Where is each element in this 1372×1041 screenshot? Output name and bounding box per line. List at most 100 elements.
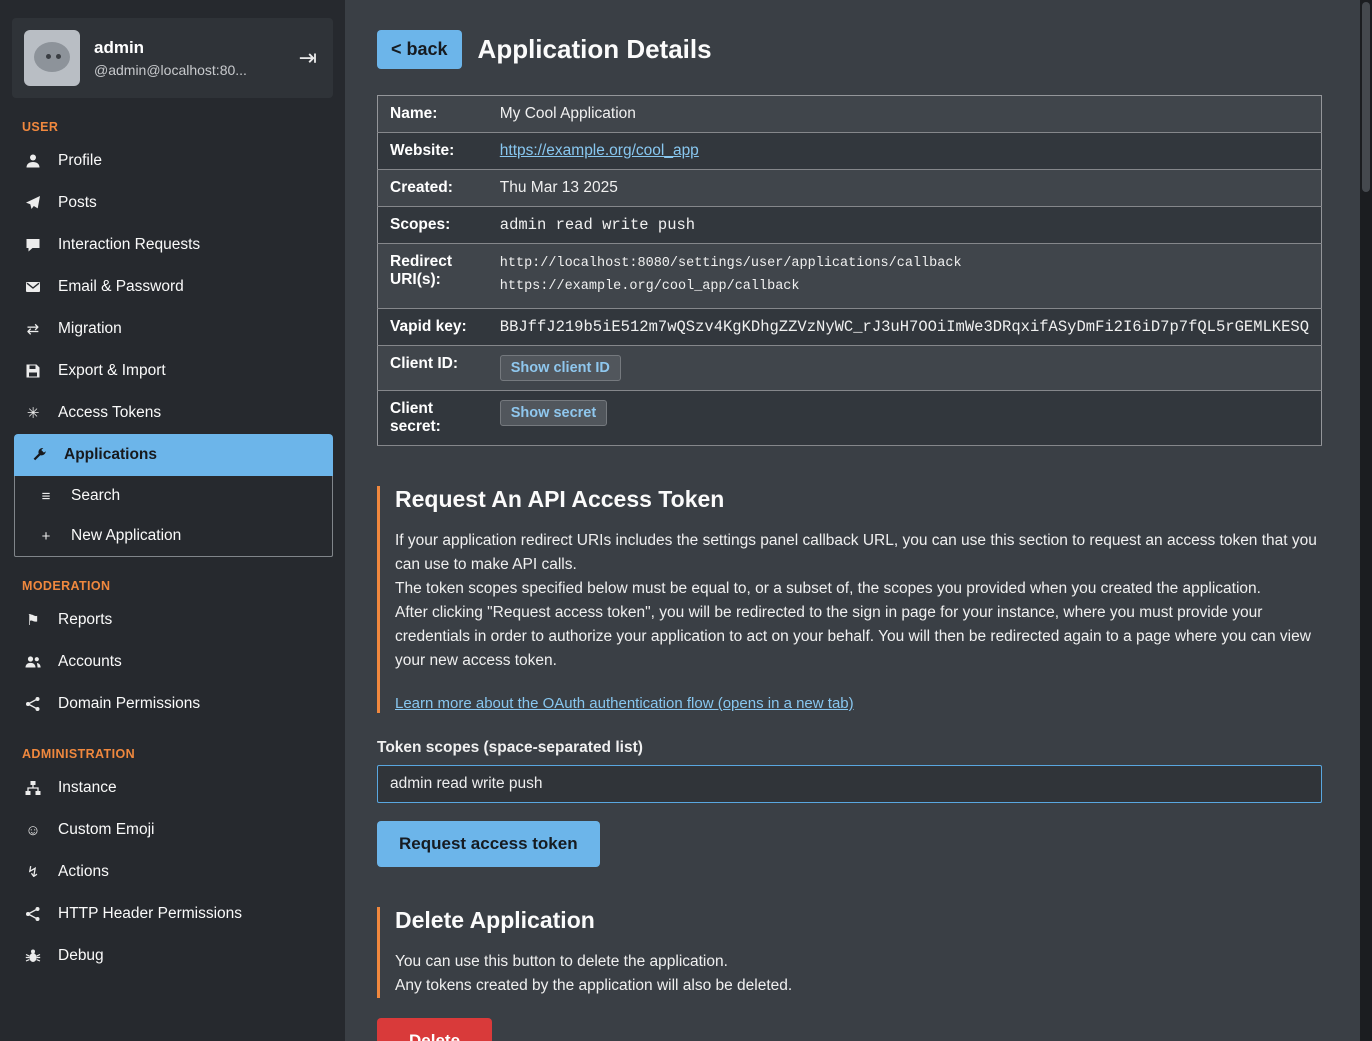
row-key: Client ID: — [378, 345, 488, 390]
back-button[interactable]: < back — [377, 30, 462, 69]
user-card[interactable]: admin @admin@localhost:80... ⇥ — [12, 18, 333, 98]
sidebar-item-instance[interactable]: Instance — [0, 767, 345, 809]
sidebar-item-migration[interactable]: ⇄ Migration — [0, 308, 345, 350]
sidebar-item-label: Domain Permissions — [58, 695, 200, 713]
sidebar-item-label: Search — [71, 487, 120, 505]
row-key: Redirect URI(s): — [378, 244, 488, 309]
section-label-administration: ADMINISTRATION — [22, 747, 345, 761]
application-details-table: Name: My Cool Application Website: https… — [377, 95, 1322, 446]
sidebar-item-label: HTTP Header Permissions — [58, 905, 242, 923]
sidebar-item-applications[interactable]: Applications — [14, 434, 333, 476]
sidebar-item-label: Access Tokens — [58, 404, 161, 422]
request-token-paragraph: The token scopes specified below must be… — [395, 577, 1328, 601]
sidebar-item-label: Accounts — [58, 653, 122, 671]
sidebar-item-access-tokens[interactable]: ✳ Access Tokens — [0, 392, 345, 434]
list-icon: ≡ — [35, 489, 57, 504]
table-row-redirect-uris: Redirect URI(s): http://localhost:8080/s… — [378, 244, 1322, 309]
delete-application-line: Any tokens created by the application wi… — [395, 974, 1328, 998]
sidebar-item-label: Actions — [58, 863, 109, 881]
row-key: Created: — [378, 170, 488, 207]
avatar — [24, 30, 80, 86]
sidebar-item-applications-search[interactable]: ≡ Search — [15, 476, 332, 516]
sidebar-item-label: Interaction Requests — [58, 236, 200, 254]
logout-icon[interactable]: ⇥ — [295, 45, 321, 71]
sidebar-item-label: Debug — [58, 947, 104, 965]
sidebar-item-label: Reports — [58, 611, 112, 629]
row-key: Vapid key: — [378, 308, 488, 345]
sidebar-item-debug[interactable]: Debug — [0, 935, 345, 977]
page-title: Application Details — [478, 34, 712, 65]
sidebar-item-label: Export & Import — [58, 362, 166, 380]
sidebar: admin @admin@localhost:80... ⇥ USER Prof… — [0, 0, 345, 1041]
asterisk-icon: ✳ — [22, 406, 44, 421]
scrollbar[interactable] — [1360, 0, 1372, 1041]
sidebar-item-posts[interactable]: Posts — [0, 182, 345, 224]
row-value: BBJffJ219b5iE512m7wQSzv4KgKDhgZZVzNyWC_r… — [488, 308, 1322, 345]
sidebar-item-http-header-permissions[interactable]: HTTP Header Permissions — [0, 893, 345, 935]
delete-application-title: Delete Application — [395, 907, 1328, 934]
wrench-icon — [28, 447, 50, 464]
sidebar-item-profile[interactable]: Profile — [0, 140, 345, 182]
delete-application-line: You can use this button to delete the ap… — [395, 950, 1328, 974]
row-key: Client secret: — [378, 390, 488, 445]
row-value: http://localhost:8080/settings/user/appl… — [488, 244, 1322, 309]
share-nodes-icon — [22, 696, 44, 713]
request-token-title: Request An API Access Token — [395, 486, 1328, 513]
table-row-client-id: Client ID: Show client ID — [378, 345, 1322, 390]
request-token-paragraph: After clicking "Request access token", y… — [395, 601, 1328, 673]
sidebar-item-reports[interactable]: ⚑ Reports — [0, 599, 345, 641]
request-token-section: Request An API Access Token If your appl… — [377, 486, 1328, 713]
sidebar-item-accounts[interactable]: Accounts — [0, 641, 345, 683]
plus-icon: + — [35, 529, 57, 544]
show-client-id-button[interactable]: Show client ID — [500, 355, 621, 381]
sidebar-item-new-application[interactable]: + New Application — [15, 516, 332, 556]
comment-icon — [22, 237, 44, 254]
table-row-website: Website: https://example.org/cool_app — [378, 133, 1322, 170]
row-value: My Cool Application — [488, 96, 1322, 133]
paper-plane-icon — [22, 195, 44, 212]
row-value: Thu Mar 13 2025 — [488, 170, 1322, 207]
delete-application-section: Delete Application You can use this butt… — [377, 907, 1328, 998]
sidebar-item-label: Instance — [58, 779, 117, 797]
sidebar-item-export-import[interactable]: Export & Import — [0, 350, 345, 392]
sidebar-item-email-password[interactable]: Email & Password — [0, 266, 345, 308]
show-secret-button[interactable]: Show secret — [500, 400, 607, 426]
delete-button[interactable]: Delete — [377, 1018, 492, 1041]
bolt-icon: ↯ — [22, 865, 44, 880]
section-label-user: USER — [22, 120, 345, 134]
user-icon — [22, 153, 44, 170]
smiley-icon: ☺ — [22, 823, 44, 838]
request-token-paragraph: If your application redirect URIs includ… — [395, 529, 1328, 577]
bug-icon — [22, 948, 44, 965]
page-header: < back Application Details — [377, 30, 1328, 69]
table-row-vapid-key: Vapid key: BBJffJ219b5iE512m7wQSzv4KgKDh… — [378, 308, 1322, 345]
applications-subnav: ≡ Search + New Application — [14, 476, 333, 557]
table-row-client-secret: Client secret: Show secret — [378, 390, 1322, 445]
scrollbar-thumb[interactable] — [1362, 2, 1370, 192]
users-icon — [22, 654, 44, 671]
sidebar-item-custom-emoji[interactable]: ☺ Custom Emoji — [0, 809, 345, 851]
main-content: < back Application Details Name: My Cool… — [345, 0, 1360, 1041]
table-row-created: Created: Thu Mar 13 2025 — [378, 170, 1322, 207]
sidebar-item-label: Custom Emoji — [58, 821, 154, 839]
table-row-scopes: Scopes: admin read write push — [378, 207, 1322, 244]
envelope-icon — [22, 279, 44, 296]
sidebar-item-actions[interactable]: ↯ Actions — [0, 851, 345, 893]
request-access-token-button[interactable]: Request access token — [377, 821, 600, 867]
row-key: Scopes: — [378, 207, 488, 244]
token-scopes-input[interactable] — [377, 765, 1322, 803]
sidebar-item-domain-permissions[interactable]: Domain Permissions — [0, 683, 345, 725]
sidebar-item-interaction-requests[interactable]: Interaction Requests — [0, 224, 345, 266]
sidebar-item-label: Applications — [64, 446, 157, 464]
section-label-moderation: MODERATION — [22, 579, 345, 593]
oauth-docs-link[interactable]: Learn more about the OAuth authenticatio… — [395, 695, 854, 712]
website-link[interactable]: https://example.org/cool_app — [500, 142, 699, 159]
table-row-name: Name: My Cool Application — [378, 96, 1322, 133]
flag-icon: ⚑ — [22, 613, 44, 628]
floppy-icon — [22, 363, 44, 380]
sitemap-icon — [22, 780, 44, 797]
user-handle: @admin@localhost:80... — [94, 62, 281, 78]
row-key: Website: — [378, 133, 488, 170]
exchange-icon: ⇄ — [22, 322, 44, 337]
row-key: Name: — [378, 96, 488, 133]
